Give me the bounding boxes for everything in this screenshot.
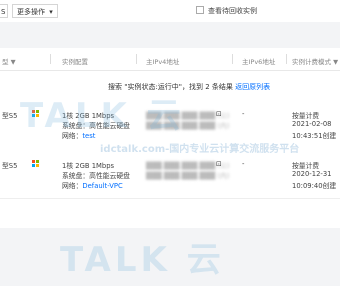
header-type[interactable]: 型 ▼ <box>2 56 16 66</box>
toolbar-cut-button[interactable]: S <box>0 4 8 18</box>
billing-mode: 按量计费 <box>292 162 320 170</box>
bottom-area <box>0 228 340 286</box>
chevron-down-icon: ▾ <box>49 8 53 16</box>
header-divider <box>136 54 137 64</box>
ipv6-value: - <box>242 160 245 168</box>
header-config: 实例配置 <box>62 58 88 66</box>
more-actions-label: 更多操作 <box>17 8 45 16</box>
config-disk: 系统盘：高性能云硬盘 <box>62 122 130 130</box>
show-recycle-label: 查看待回收实例 <box>208 7 257 15</box>
header-ipv4: 主IPv4地址 <box>146 58 180 66</box>
ipv4-private: ███.███.███.███ (内) <box>146 122 230 130</box>
instance-type: 型S5 <box>2 112 18 120</box>
config-spec: 1核 2GB 1Mbps <box>62 112 115 120</box>
back-to-list-link[interactable]: 返回原列表 <box>235 83 270 91</box>
header-divider <box>50 54 51 64</box>
ipv6-value: - <box>242 110 245 118</box>
header-divider <box>232 54 233 64</box>
config-spec: 1核 2GB 1Mbps <box>62 162 115 170</box>
config-disk: 系统盘：高性能云硬盘 <box>62 172 130 180</box>
network-info: 网络：Default-VPC <box>62 180 123 190</box>
network-label: 网络： <box>62 182 83 190</box>
edit-icon[interactable]: ⊡ <box>216 110 222 118</box>
edit-icon[interactable]: ⊡ <box>216 160 222 168</box>
network-info: 网络：test <box>62 130 95 140</box>
toolbar: S 更多操作 ▾ 查看待回收实例 <box>0 0 340 22</box>
header-ipv6: 主IPv6地址 <box>242 58 276 66</box>
billing-time: 10:09:40创建 <box>292 182 337 190</box>
billing-date: 2021-02-08 <box>292 120 332 128</box>
header-divider <box>286 54 287 64</box>
more-actions-button[interactable]: 更多操作 ▾ <box>12 4 58 18</box>
billing-time: 10:43:51创建 <box>292 132 337 140</box>
billing-date: 2020-12-31 <box>292 170 332 178</box>
network-label: 网络： <box>62 132 83 140</box>
windows-icon <box>32 160 40 168</box>
show-recycle-checkbox[interactable] <box>196 6 204 14</box>
search-result-text: 搜索 "实例状态:运行中"，找到 2 条结果 返回原列表 <box>108 82 270 92</box>
network-link[interactable]: test <box>82 132 95 140</box>
ipv4-private: ███.███.███.███ (内) <box>146 172 230 180</box>
search-result-summary: 搜索 "实例状态:运行中"，找到 2 条结果 <box>108 83 233 91</box>
windows-icon <box>32 110 40 118</box>
billing-mode: 按量计费 <box>292 112 320 120</box>
header-billing[interactable]: 实例计费模式 ▼ <box>292 56 338 66</box>
network-link[interactable]: Default-VPC <box>82 182 122 190</box>
instance-type: 型S5 <box>2 162 18 170</box>
